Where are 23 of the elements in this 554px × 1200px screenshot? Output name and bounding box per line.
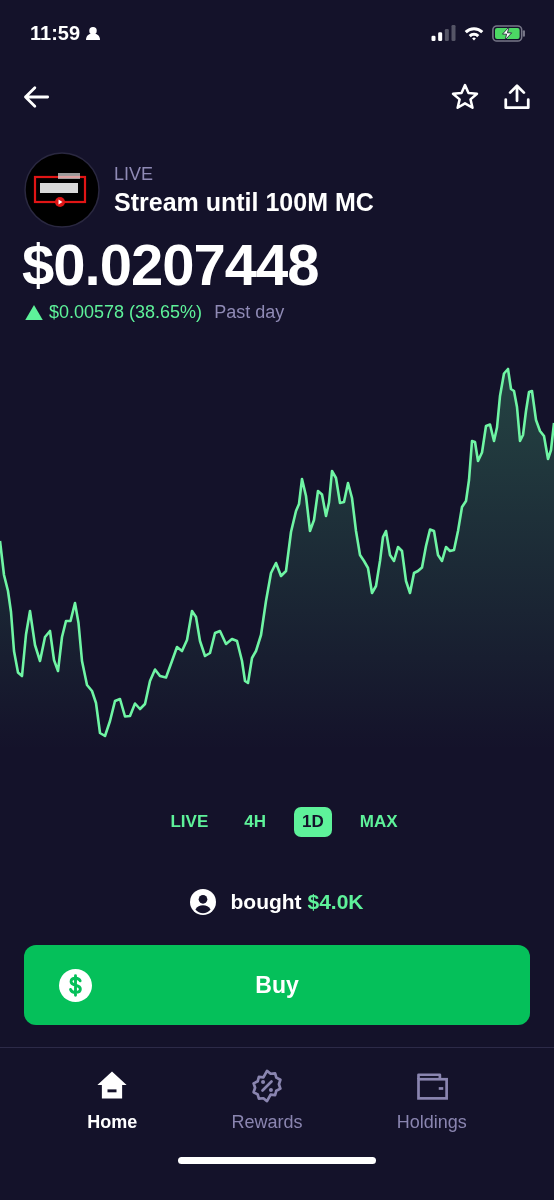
range-tab[interactable]: LIVE [162, 807, 217, 837]
dollar-icon [59, 968, 92, 1002]
user-avatar-icon [190, 889, 217, 915]
token-name: Stream until 100M MC [114, 187, 374, 217]
nav-tab[interactable]: Rewards [231, 1048, 303, 1153]
status-time: 11:59 [30, 21, 81, 45]
star-icon[interactable] [450, 82, 480, 112]
period-label: Past day [214, 302, 285, 323]
nav-tab[interactable]: Holdings [396, 1048, 467, 1153]
battery-charging-icon [492, 24, 526, 42]
token-status: LIVE [114, 163, 155, 185]
price-value: $0.0207448 [21, 231, 320, 299]
range-tab[interactable]: 1D [294, 807, 332, 837]
range-tab[interactable]: 4H [236, 807, 274, 837]
signal-icon [431, 25, 456, 41]
range-tab[interactable]: MAX [351, 807, 406, 837]
nav-tab[interactable]: Home [87, 1048, 138, 1153]
back-arrow-icon[interactable] [22, 83, 50, 111]
share-icon[interactable] [502, 82, 532, 112]
activity-text: bought $4.0K [230, 890, 364, 914]
price-change: $0.00578 (38.65%) [49, 302, 203, 323]
person-icon [86, 26, 101, 40]
wifi-icon [463, 25, 485, 41]
